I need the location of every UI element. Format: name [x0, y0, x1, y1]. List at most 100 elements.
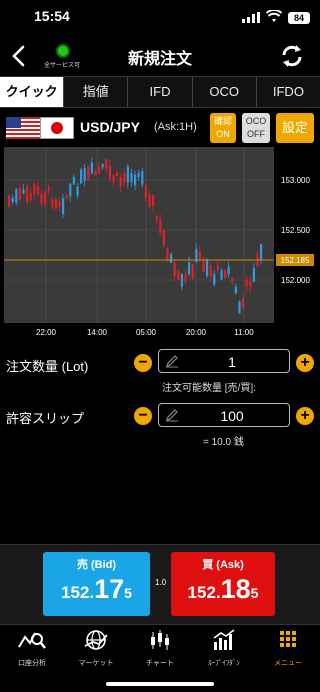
candle-body [177, 271, 180, 280]
battery-indicator: 84 [288, 12, 310, 24]
slippage-field[interactable]: 100 [158, 403, 290, 427]
candle-body [180, 273, 183, 287]
candle-body [83, 167, 86, 181]
jp-flag-icon [40, 117, 74, 139]
tab-ifdo[interactable]: IFDO [257, 77, 320, 107]
available-quantity-label: 注文可能数量 [売/買]: [162, 383, 256, 394]
bid-price-big: 17 [94, 574, 125, 604]
bid-price-tail: 5 [124, 585, 132, 601]
oco-toggle-button[interactable]: OCO OFF [242, 113, 270, 143]
nav-market[interactable]: マーケット [64, 625, 128, 669]
quantity-minus-button[interactable]: − [134, 354, 152, 372]
bid-price: 152.175 [43, 574, 150, 605]
candle-body [40, 193, 43, 204]
nav-label: メニュー [274, 660, 302, 667]
candle-body [209, 265, 212, 277]
candle-body [44, 191, 47, 204]
slippage-value: 100 [220, 408, 244, 424]
quantity-value: 1 [228, 354, 236, 370]
candle-body [245, 279, 248, 287]
candle-body [184, 273, 187, 282]
candle-body [191, 264, 194, 279]
candle-body [123, 173, 126, 183]
quantity-field[interactable]: 1 [158, 349, 290, 373]
candle-body [148, 194, 151, 207]
candle-body [173, 262, 176, 277]
candle-body [58, 202, 61, 207]
price-chart[interactable]: 152.185 153.000 152.500 152.000 22:00 14… [0, 147, 320, 343]
candle-body [94, 171, 97, 176]
candle-body [238, 301, 241, 314]
candle-body [249, 281, 252, 287]
candle-body [22, 189, 25, 194]
candle-body [8, 195, 11, 207]
ask-price-tail: 5 [250, 585, 259, 601]
nav-label: ﾙｰﾌﾟｲﾌﾀﾞﾝ [208, 660, 240, 667]
candle-body [33, 183, 36, 195]
tab-quick[interactable]: クイック [0, 77, 65, 107]
globe-icon [84, 630, 108, 650]
candle-body [119, 177, 122, 187]
candle-body [80, 169, 83, 184]
candle-body [51, 199, 54, 208]
quantity-plus-button[interactable]: + [296, 354, 314, 372]
oco-label: OCO [245, 116, 267, 126]
candle-body [152, 195, 155, 206]
candle-body [11, 198, 14, 203]
confirm-state: ON [216, 129, 230, 139]
tab-limit[interactable]: 指値 [64, 77, 129, 107]
candle-body [242, 298, 245, 309]
candle-body [141, 171, 144, 185]
tab-ifd[interactable]: IFD [128, 77, 193, 107]
signal-icon [242, 12, 260, 23]
sell-bid-button[interactable]: 売 (Bid) 152.175 [43, 552, 150, 616]
candle-body [112, 174, 115, 182]
y-tick-label: 152.500 [281, 226, 310, 235]
confirm-toggle-button[interactable]: 確認 ON [210, 113, 236, 143]
bid-price-prefix: 152. [61, 583, 95, 602]
candle-body [227, 266, 230, 275]
y-tick-label: 153.000 [281, 176, 310, 185]
settings-button[interactable]: 設定 [276, 113, 314, 143]
candle-body [26, 186, 29, 203]
candle-body [98, 166, 101, 173]
nav-account-analysis[interactable]: 口座分析 [0, 625, 64, 669]
home-indicator [106, 682, 214, 686]
nav-label: マーケット [78, 660, 114, 667]
ask-price-prefix: 152. [187, 583, 221, 602]
candle-body [47, 187, 50, 192]
candle-body [213, 274, 216, 285]
chart-timeframe: (Ask:1H) [154, 121, 197, 133]
wifi-icon [266, 10, 282, 22]
candle-body [188, 262, 191, 275]
order-type-tabs: クイック 指値 IFD OCO IFDO [0, 76, 320, 108]
pencil-icon [166, 355, 178, 368]
x-tick-label: 22:00 [36, 328, 57, 337]
status-time: 15:54 [34, 8, 70, 24]
nav-chart[interactable]: チャート [128, 625, 192, 669]
tab-oco[interactable]: OCO [193, 77, 257, 107]
slippage-minus-button[interactable]: − [134, 407, 152, 425]
candle-body [105, 158, 108, 169]
candle-body [130, 173, 133, 183]
x-tick-label: 05:00 [136, 328, 157, 337]
buy-ask-button[interactable]: 買 (Ask) 152.185 [171, 552, 275, 616]
analysis-icon [18, 632, 46, 649]
refresh-icon[interactable] [278, 42, 306, 70]
page-title: 新規注文 [127, 51, 192, 68]
candlestick-icon [151, 630, 169, 650]
candle-body [202, 259, 205, 272]
nav-menu[interactable]: メニュー [256, 625, 320, 669]
nav-loop-ifdone[interactable]: ﾙｰﾌﾟｲﾌﾀﾞﾝ [192, 625, 256, 669]
us-flag-icon [6, 117, 40, 139]
slippage-plus-button[interactable]: + [296, 407, 314, 425]
candle-body [260, 244, 263, 261]
oco-state: OFF [247, 129, 265, 139]
candle-body [170, 254, 173, 263]
candle-body [162, 230, 165, 245]
y-tick-label: 152.000 [281, 276, 310, 285]
candle-body [29, 192, 32, 200]
confirm-label: 確認 [213, 116, 232, 126]
candle-body [166, 248, 169, 260]
candle-body [206, 259, 209, 277]
